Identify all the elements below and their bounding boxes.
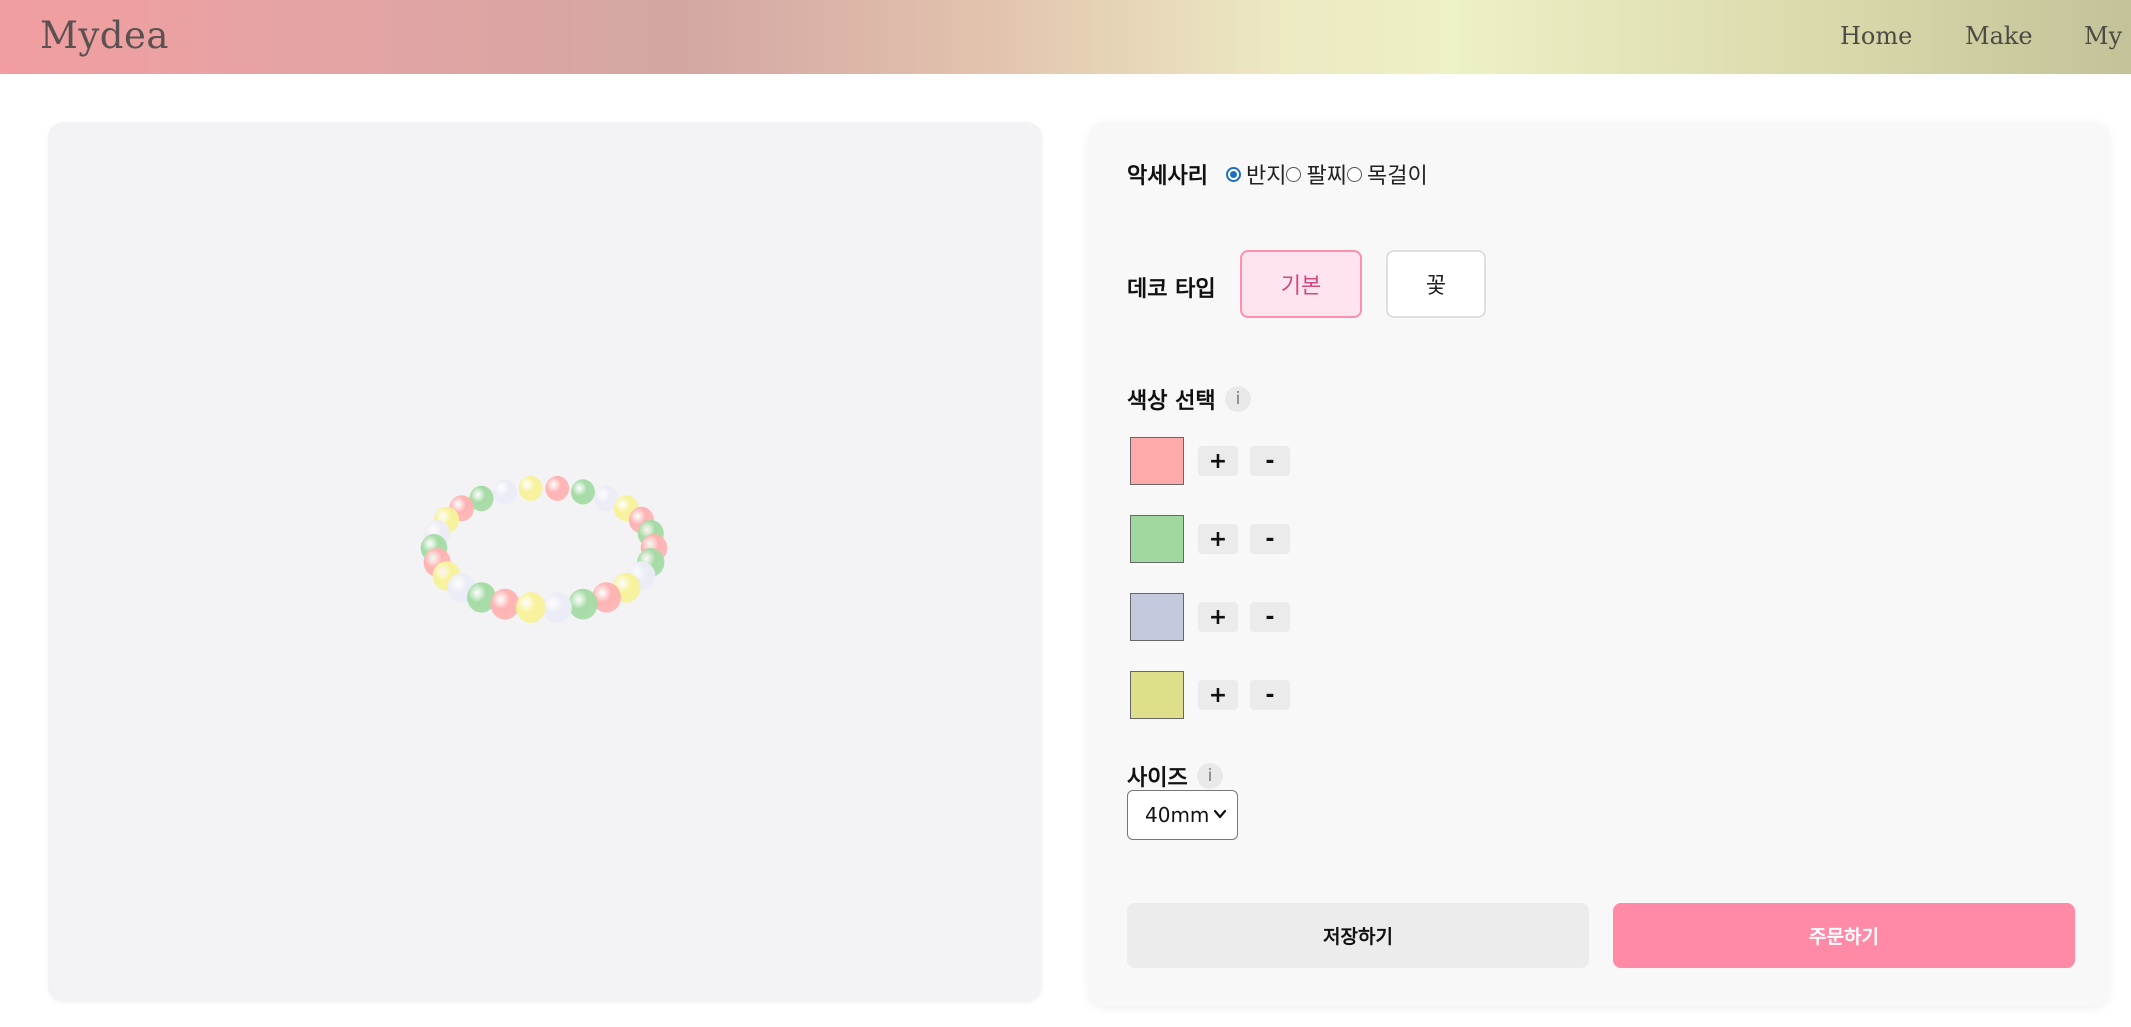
size-label: 사이즈 bbox=[1127, 766, 1188, 791]
accessory-radio-group: 반지 팔찌 목걸이 bbox=[1226, 158, 1428, 190]
color-swatch-3[interactable] bbox=[1130, 593, 1184, 641]
size-select-value: 40mm bbox=[1145, 803, 1210, 827]
bracelet-preview[interactable] bbox=[48, 122, 1042, 1002]
nav-my[interactable]: My bbox=[2084, 22, 2122, 50]
size-info-icon[interactable]: i bbox=[1197, 763, 1223, 789]
radio-necklace-dot[interactable] bbox=[1346, 166, 1362, 182]
order-button[interactable]: 주문하기 bbox=[1613, 903, 2075, 968]
color-3-minus-button[interactable]: - bbox=[1250, 602, 1290, 632]
bead bbox=[490, 588, 520, 620]
color-info-icon[interactable]: i bbox=[1225, 386, 1251, 412]
color-3-plus-button[interactable]: + bbox=[1198, 602, 1238, 632]
color-4-plus-button[interactable]: + bbox=[1198, 680, 1238, 710]
bead bbox=[571, 479, 595, 505]
top-navigation-bar: Mydea Home Make My bbox=[0, 0, 2131, 74]
nav-make[interactable]: Make bbox=[1965, 22, 2033, 50]
color-swatch-4[interactable] bbox=[1130, 671, 1184, 719]
3d-preview-viewer[interactable] bbox=[48, 122, 1042, 1002]
logo[interactable]: Mydea bbox=[40, 14, 169, 57]
deco-flower-button[interactable]: 꽃 bbox=[1386, 250, 1486, 318]
radio-ring-label: 반지 bbox=[1246, 164, 1287, 189]
deco-type-label: 데코 타입 bbox=[1127, 277, 1216, 302]
radio-necklace-label: 목걸이 bbox=[1366, 164, 1428, 189]
radio-ring-dot[interactable] bbox=[1226, 166, 1241, 182]
radio-ring[interactable]: 반지 bbox=[1226, 158, 1286, 190]
color-2-plus-button[interactable]: + bbox=[1198, 524, 1238, 554]
color-2-minus-button[interactable]: - bbox=[1250, 524, 1290, 554]
customization-panel: 악세사리 반지 팔찌 목걸이 데코 타입 기본 꽃 색상 선택 i + - + … bbox=[1089, 122, 2109, 1006]
color-4-minus-button[interactable]: - bbox=[1250, 680, 1290, 710]
color-1-minus-button[interactable]: - bbox=[1250, 446, 1290, 476]
bead bbox=[545, 475, 570, 501]
chevron-down-icon bbox=[1213, 809, 1227, 819]
radio-necklace[interactable]: 목걸이 bbox=[1346, 158, 1428, 190]
radio-bracelet[interactable]: 팔찌 bbox=[1286, 158, 1347, 190]
size-select[interactable]: 40mm bbox=[1127, 790, 1238, 840]
bead bbox=[493, 479, 517, 505]
bead bbox=[542, 592, 572, 624]
color-swatch-1[interactable] bbox=[1130, 437, 1184, 485]
radio-bracelet-label: 팔찌 bbox=[1306, 164, 1347, 189]
bead bbox=[518, 475, 543, 501]
nav-home[interactable]: Home bbox=[1840, 22, 1912, 50]
color-select-label: 색상 선택 bbox=[1127, 389, 1216, 414]
save-button[interactable]: 저장하기 bbox=[1127, 903, 1589, 968]
bead bbox=[516, 592, 546, 624]
bead bbox=[568, 588, 598, 620]
color-swatch-2[interactable] bbox=[1130, 515, 1184, 563]
deco-basic-button[interactable]: 기본 bbox=[1240, 250, 1362, 318]
color-1-plus-button[interactable]: + bbox=[1198, 446, 1238, 476]
radio-bracelet-dot[interactable] bbox=[1286, 166, 1302, 182]
accessory-label: 악세사리 bbox=[1127, 164, 1208, 189]
